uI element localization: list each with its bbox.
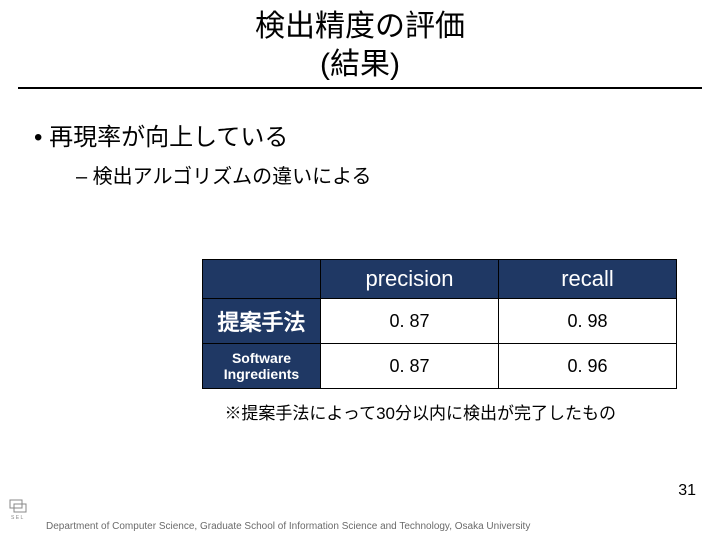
footer-text: Department of Computer Science, Graduate… [46,521,530,532]
title-block: 検出精度の評価 (結果) [18,0,702,89]
row-header-si-l1: Software [232,350,291,366]
table-row: 提案手法 0. 87 0. 98 [203,299,677,344]
col-header-recall: recall [499,260,677,299]
slide: 検出精度の評価 (結果) • 再現率が向上している – 検出アルゴリズムの違いに… [0,0,720,540]
col-header-precision: precision [321,260,499,299]
cell-si-precision: 0. 87 [321,344,499,389]
bullet-level1: • 再現率が向上している [34,117,686,152]
results-table: precision recall 提案手法 0. 87 0. 98 Softwa… [202,259,677,389]
page-number: 31 [678,482,696,500]
slide-title-line1: 検出精度の評価 [18,8,702,46]
lab-logo-icon: S E L [8,498,38,522]
row-header-proposed: 提案手法 [203,299,321,344]
table-corner [203,260,321,299]
row-header-software-ingredients: Software Ingredients [203,344,321,389]
table-header-row: precision recall [203,260,677,299]
cell-proposed-recall: 0. 98 [499,299,677,344]
cell-proposed-precision: 0. 87 [321,299,499,344]
table-row: Software Ingredients 0. 87 0. 96 [203,344,677,389]
svg-text:S E L: S E L [11,515,23,521]
results-table-wrap: precision recall 提案手法 0. 87 0. 98 Softwa… [202,259,686,389]
footnote: ※提案手法によって30分以内に検出が完了したもの [34,399,616,424]
slide-title-line2: (結果) [18,46,702,84]
row-header-si-l2: Ingredients [224,366,299,382]
cell-si-recall: 0. 96 [499,344,677,389]
body: • 再現率が向上している – 検出アルゴリズムの違いによる precision … [0,89,720,424]
bullet-level2: – 検出アルゴリズムの違いによる [76,160,686,189]
